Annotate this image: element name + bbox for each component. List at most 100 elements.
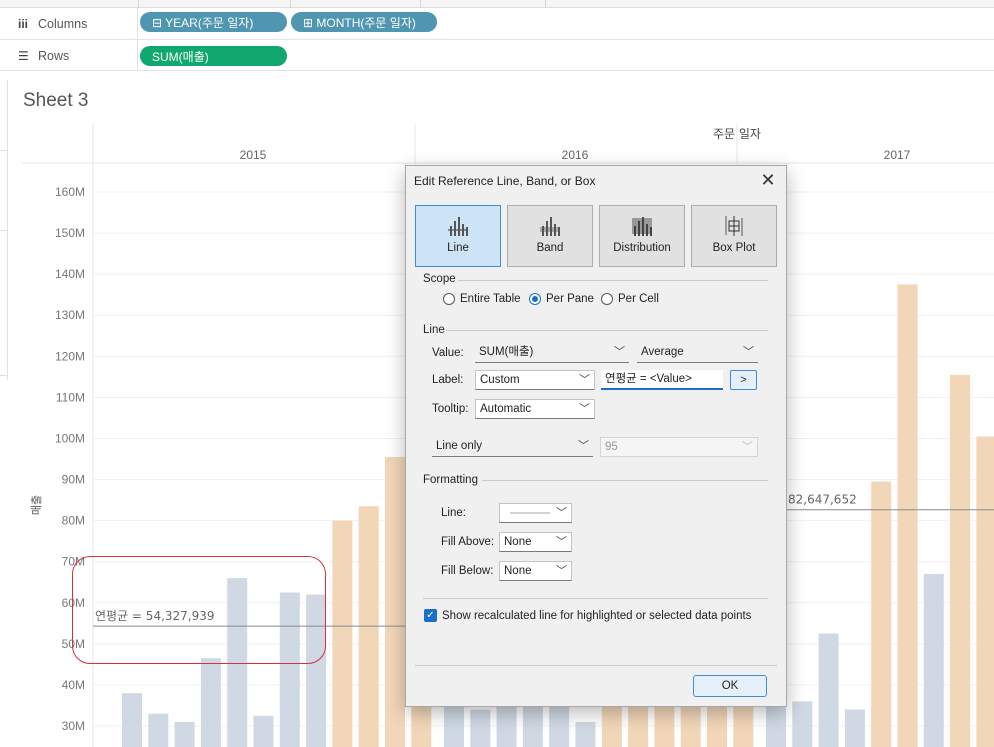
recalc-checkbox[interactable]: ✓ Show recalculated line for highlighted… [424, 609, 751, 622]
value-field-text: SUM(매출) [479, 346, 534, 358]
fill-above-select[interactable]: None ﹀ [499, 532, 572, 552]
line-chart-icon [448, 217, 468, 236]
distribution-type-label: Distribution [613, 242, 671, 254]
chevron-down-icon: ﹀ [614, 346, 625, 358]
top-toolbar-strip [0, 0, 994, 8]
per-cell-radio[interactable]: Per Cell [601, 293, 659, 305]
tooltip-text: Automatic [480, 403, 532, 415]
line-style-select[interactable]: ﹀ [499, 503, 572, 523]
bar-2015-10[interactable] [358, 506, 379, 747]
bar-2015-3[interactable] [174, 721, 195, 747]
pane-header-2015: 2015 [240, 148, 267, 162]
box-plot-icon [725, 216, 743, 236]
formatting-divider [482, 480, 768, 481]
tooltip-select[interactable]: Automatic ﹀ [475, 399, 595, 419]
scope-divider [458, 280, 768, 281]
strip-divider [138, 0, 139, 8]
bar-2017-9[interactable] [976, 436, 994, 747]
recalc-label: Show recalculated line for highlighted o… [442, 609, 752, 622]
bar-2016-6[interactable] [575, 721, 596, 747]
chevron-down-icon: ﹀ [556, 536, 567, 548]
strip-divider [290, 0, 291, 8]
box-plot-type-label: Box Plot [712, 242, 756, 254]
line-type-label: Line [447, 242, 469, 254]
pane-header-2016: 2016 [562, 148, 589, 162]
bar-2017-7[interactable] [923, 574, 944, 747]
y-tick-label: 30M [62, 719, 85, 733]
fill-below-text: None [504, 565, 532, 577]
bar-2017-8[interactable] [950, 374, 971, 747]
y-tick-label: 160M [55, 185, 85, 199]
box-plot-type-button[interactable]: Box Plot [691, 205, 777, 267]
fill-below-label: Fill Below: [441, 565, 494, 577]
aggregation-text: Average [641, 346, 684, 358]
scope-heading: Scope [423, 273, 456, 285]
chevron-down-icon: ﹀ [579, 403, 590, 415]
year-pill[interactable]: ⊟ YEAR(주문 일자) [140, 12, 287, 32]
insert-field-button[interactable]: > [730, 370, 757, 390]
bar-2017-1[interactable] [766, 705, 786, 747]
bar-2015-9[interactable] [332, 520, 353, 747]
label-mode-text: Custom [480, 374, 520, 386]
entire-table-radio[interactable]: Entire Table [443, 293, 521, 305]
bar-2017-5[interactable] [871, 481, 892, 747]
formatting-heading: Formatting [423, 474, 478, 486]
fill-above-text: None [504, 536, 532, 548]
line-format-label: Line: [441, 507, 466, 519]
recalc-divider [423, 598, 768, 599]
radio-dot [601, 293, 613, 305]
bar-2017-2[interactable] [792, 701, 813, 747]
y-axis-label: 매출 [30, 495, 43, 515]
bar-2016-1[interactable] [444, 701, 464, 747]
highlight-annotation [72, 556, 326, 664]
bar-2017-3[interactable] [818, 633, 839, 747]
line-heading: Line [423, 324, 445, 336]
sum-sales-pill[interactable]: SUM(매출) [140, 46, 287, 66]
bar-2015-11[interactable] [385, 456, 405, 747]
chevron-down-icon: ﹀ [579, 374, 590, 386]
value-field-select[interactable]: SUM(매출) ﹀ [475, 343, 629, 363]
bar-2015-2[interactable] [148, 713, 169, 747]
per-pane-label: Per Pane [546, 293, 594, 305]
y-tick-label: 80M [62, 514, 85, 528]
bar-2015-1[interactable] [122, 693, 142, 747]
y-tick-label: 40M [62, 678, 85, 692]
sheet-title: Sheet 3 [23, 90, 89, 111]
chevron-down-icon: ﹀ [743, 346, 754, 358]
bar-2016-2[interactable] [470, 709, 491, 747]
value-label: Value: [432, 347, 464, 359]
chevron-down-icon: ﹀ [742, 441, 753, 453]
confidence-mode-text: Line only [436, 440, 483, 452]
bar-2017-6[interactable] [897, 284, 918, 747]
columns-shelf[interactable]: iii Columns ⊟ YEAR(주문 일자) ⊞ MONTH(주문 일자) [0, 8, 994, 40]
strip-divider [545, 0, 546, 8]
bar-2015-4[interactable] [200, 658, 221, 747]
fill-above-label: Fill Above: [441, 536, 495, 548]
distribution-type-button[interactable]: Distribution [599, 205, 685, 267]
strip-divider [420, 0, 421, 8]
aggregation-select[interactable]: Average ﹀ [637, 343, 758, 363]
label-mode-select[interactable]: Custom ﹀ [475, 370, 595, 390]
y-tick-label: 140M [55, 267, 85, 281]
y-tick-label: 150M [55, 226, 85, 240]
bar-2015-6[interactable] [253, 715, 274, 747]
bar-2017-4[interactable] [844, 709, 865, 747]
per-pane-radio[interactable]: Per Pane [529, 293, 594, 305]
line-type-button[interactable]: Line [415, 205, 501, 267]
chevron-down-icon: ﹀ [556, 507, 567, 519]
dialog-title: Edit Reference Line, Band, or Box [414, 174, 596, 188]
radio-dot [443, 293, 455, 305]
per-cell-label: Per Cell [618, 293, 659, 305]
rows-label: Rows [38, 48, 70, 63]
fill-below-select[interactable]: None ﹀ [499, 561, 572, 581]
distribution-chart-icon [632, 217, 652, 236]
close-icon[interactable]: ✕ [758, 170, 778, 190]
y-tick-label: 130M [55, 308, 85, 322]
chevron-down-icon: ﹀ [556, 565, 567, 577]
month-pill[interactable]: ⊞ MONTH(주문 일자) [291, 12, 437, 32]
band-type-button[interactable]: Band [507, 205, 593, 267]
confidence-mode-select[interactable]: Line only ﹀ [432, 437, 593, 457]
rows-shelf[interactable]: ☰ Rows SUM(매출) [0, 40, 994, 71]
ok-button[interactable]: OK [693, 675, 767, 697]
custom-label-input[interactable]: 연평균 = <Value> [601, 370, 723, 390]
